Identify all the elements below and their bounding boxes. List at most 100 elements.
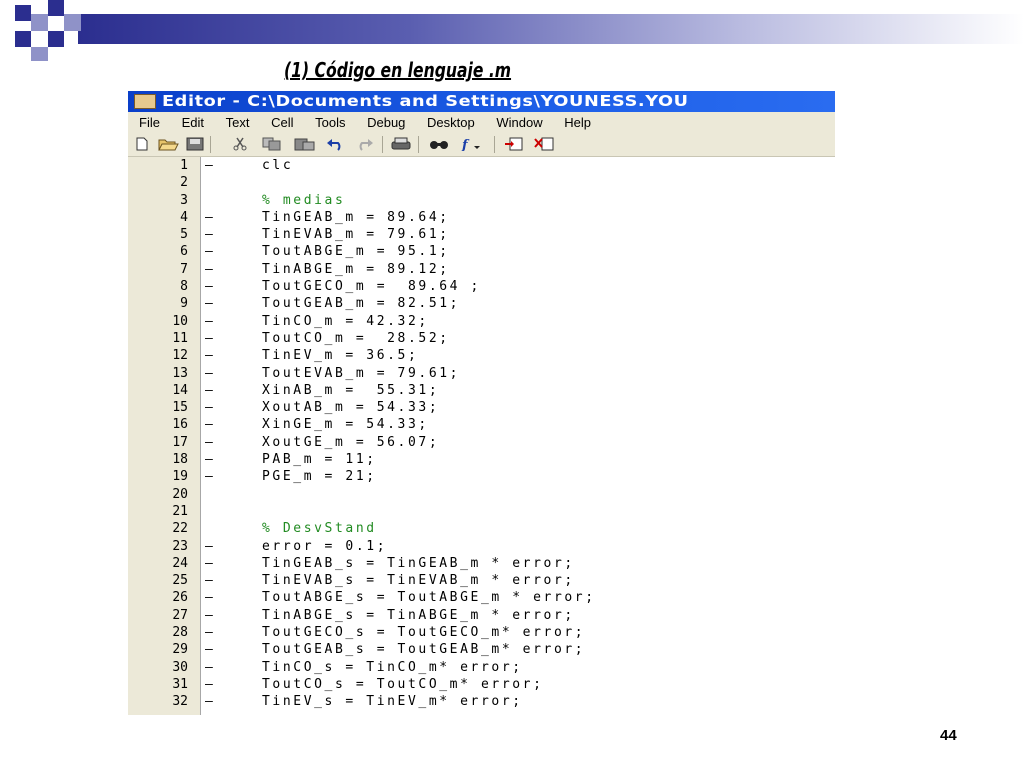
- code-line[interactable]: 32 – TinEV_s = TinEV_m* error;: [128, 693, 835, 710]
- paste-icon[interactable]: [294, 137, 316, 151]
- breakpoint-marker[interactable]: –: [205, 313, 219, 330]
- code-line[interactable]: 27 – TinABGE_s = TinABGE_m * error;: [128, 607, 835, 624]
- slide-title: (1) Código en lenguaje .m: [284, 58, 512, 82]
- breakpoint-marker[interactable]: –: [205, 399, 219, 416]
- breakpoint-marker[interactable]: –: [205, 659, 219, 676]
- code-text: TinABGE_s = TinABGE_m * error;: [262, 607, 575, 623]
- menu-debug[interactable]: Debug: [356, 112, 412, 133]
- breakpoint-marker[interactable]: –: [205, 416, 219, 433]
- breakpoint-marker[interactable]: –: [205, 278, 219, 295]
- function-icon[interactable]: f: [460, 137, 484, 151]
- copy-icon[interactable]: [262, 137, 282, 151]
- line-number: 6: [180, 244, 188, 260]
- line-number: 10: [172, 313, 188, 329]
- undo-icon[interactable]: [326, 137, 346, 151]
- code-line[interactable]: 5 – TinEVAB_m = 79.61;: [128, 226, 835, 243]
- menu-help[interactable]: Help: [553, 112, 598, 133]
- line-number: 28: [172, 625, 188, 641]
- breakpoint-marker[interactable]: –: [205, 226, 219, 243]
- code-line[interactable]: 22 % DesvStand: [128, 520, 835, 537]
- code-line[interactable]: 2: [128, 174, 835, 191]
- breakpoint-marker[interactable]: –: [205, 261, 219, 278]
- code-line[interactable]: 30 – TinCO_s = TinCO_m* error;: [128, 659, 835, 676]
- find-icon[interactable]: [428, 137, 450, 151]
- code-line[interactable]: 3 % medias: [128, 192, 835, 209]
- breakpoint-marker[interactable]: –: [205, 624, 219, 641]
- code-line[interactable]: 20: [128, 486, 835, 503]
- code-line[interactable]: 31 – ToutCO_s = ToutCO_m* error;: [128, 676, 835, 693]
- code-line[interactable]: 8 – ToutGECO_m = 89.64 ;: [128, 278, 835, 295]
- code-line[interactable]: 23 – error = 0.1;: [128, 538, 835, 555]
- code-line[interactable]: 12 – TinEV_m = 36.5;: [128, 347, 835, 364]
- code-line[interactable]: 4 – TinGEAB_m = 89.64;: [128, 209, 835, 226]
- breakpoint-marker[interactable]: –: [205, 641, 219, 658]
- breakpoint-marker[interactable]: –: [205, 209, 219, 226]
- menu-text[interactable]: Text: [215, 112, 257, 133]
- delete-icon[interactable]: [534, 137, 554, 151]
- code-comment: % medias: [262, 192, 346, 208]
- code-editor-area[interactable]: 1 – clc 2 3 % medias 4 – TinGEAB_m = 89.64; 5 – Tin…: [128, 157, 835, 715]
- new-file-icon[interactable]: [134, 137, 150, 151]
- code-line[interactable]: 14 – XinAB_m = 55.31;: [128, 382, 835, 399]
- line-number: 29: [172, 642, 188, 658]
- code-text: ToutABGE_m = 95.1;: [262, 244, 450, 260]
- breakpoint-marker[interactable]: –: [205, 538, 219, 555]
- code-line[interactable]: 28 – ToutGECO_s = ToutGECO_m* error;: [128, 624, 835, 641]
- window-title: Editor - C:\Documents and Settings\YOUNE…: [162, 92, 689, 110]
- print-icon[interactable]: [390, 137, 412, 151]
- menu-desktop[interactable]: Desktop: [416, 112, 482, 133]
- breakpoint-marker[interactable]: –: [205, 365, 219, 382]
- breakpoint-marker[interactable]: –: [205, 330, 219, 347]
- code-line[interactable]: 1 – clc: [128, 157, 835, 174]
- window-titlebar[interactable]: Editor - C:\Documents and Settings\YOUNE…: [128, 91, 835, 112]
- breakpoint-marker[interactable]: –: [205, 451, 219, 468]
- breakpoint-marker[interactable]: –: [205, 243, 219, 260]
- decor-square: [48, 31, 64, 47]
- code-line[interactable]: 11 – ToutCO_m = 28.52;: [128, 330, 835, 347]
- breakpoint-marker[interactable]: –: [205, 555, 219, 572]
- code-line[interactable]: 19 – PGE_m = 21;: [128, 468, 835, 485]
- menu-file[interactable]: File: [128, 112, 167, 133]
- menu-edit[interactable]: Edit: [171, 112, 211, 133]
- menu-window[interactable]: Window: [485, 112, 549, 133]
- breakpoint-marker[interactable]: –: [205, 434, 219, 451]
- open-folder-icon[interactable]: [158, 137, 180, 151]
- breakpoint-marker[interactable]: –: [205, 676, 219, 693]
- line-number: 2: [180, 175, 188, 191]
- code-text: ToutGECO_m = 89.64 ;: [262, 279, 481, 295]
- code-line[interactable]: 16 – XinGE_m = 54.33;: [128, 416, 835, 433]
- redo-icon[interactable]: [354, 137, 374, 151]
- code-text: XinGE_m = 54.33;: [262, 417, 429, 433]
- cut-icon[interactable]: [232, 137, 248, 151]
- code-line[interactable]: 17 – XoutGE_m = 56.07;: [128, 434, 835, 451]
- insert-icon[interactable]: [504, 137, 524, 151]
- code-line[interactable]: 21: [128, 503, 835, 520]
- code-line[interactable]: 18 – PAB_m = 11;: [128, 451, 835, 468]
- code-line[interactable]: 25 – TinEVAB_s = TinEVAB_m * error;: [128, 572, 835, 589]
- breakpoint-marker[interactable]: –: [205, 607, 219, 624]
- line-number: 16: [172, 417, 188, 433]
- code-line[interactable]: 15 – XoutAB_m = 54.33;: [128, 399, 835, 416]
- breakpoint-marker[interactable]: –: [205, 382, 219, 399]
- breakpoint-marker[interactable]: –: [205, 347, 219, 364]
- breakpoint-marker[interactable]: –: [205, 572, 219, 589]
- code-line[interactable]: 10 – TinCO_m = 42.32;: [128, 313, 835, 330]
- breakpoint-marker[interactable]: –: [205, 468, 219, 485]
- code-line[interactable]: 6 – ToutABGE_m = 95.1;: [128, 243, 835, 260]
- code-line[interactable]: 9 – ToutGEAB_m = 82.51;: [128, 295, 835, 312]
- save-icon[interactable]: [186, 137, 204, 151]
- code-line[interactable]: 26 – ToutABGE_s = ToutABGE_m * error;: [128, 589, 835, 606]
- breakpoint-marker[interactable]: –: [205, 693, 219, 710]
- code-line[interactable]: 13 – ToutEVAB_m = 79.61;: [128, 365, 835, 382]
- menu-bar: File Edit Text Cell Tools Debug Desktop …: [128, 112, 835, 133]
- breakpoint-marker[interactable]: –: [205, 295, 219, 312]
- menu-tools[interactable]: Tools: [304, 112, 352, 133]
- code-line[interactable]: 29 – ToutGEAB_s = ToutGEAB_m* error;: [128, 641, 835, 658]
- code-line[interactable]: 24 – TinGEAB_s = TinGEAB_m * error;: [128, 555, 835, 572]
- breakpoint-marker[interactable]: –: [205, 157, 219, 174]
- code-line[interactable]: 7 – TinABGE_m = 89.12;: [128, 261, 835, 278]
- decor-square: [48, 0, 64, 16]
- code-text: PGE_m = 21;: [262, 469, 377, 485]
- menu-cell[interactable]: Cell: [260, 112, 300, 133]
- breakpoint-marker[interactable]: –: [205, 589, 219, 606]
